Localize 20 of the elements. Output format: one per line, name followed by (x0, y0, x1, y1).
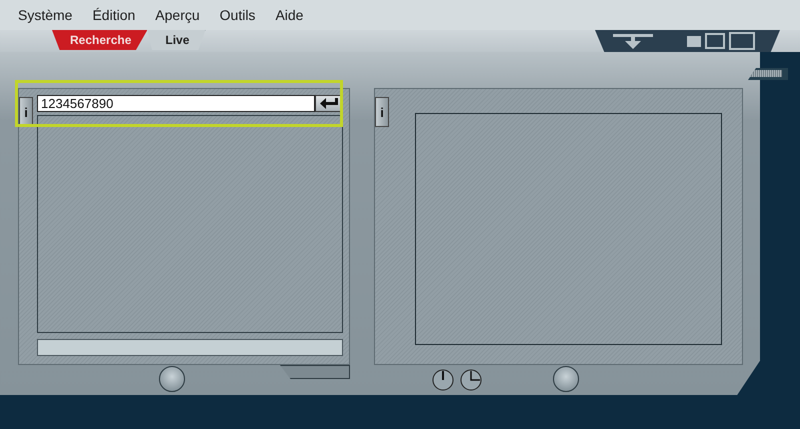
info-button[interactable]: i (19, 97, 33, 127)
panel-slot (280, 365, 350, 379)
menu-item[interactable]: Aide (265, 7, 314, 23)
menu-item[interactable]: Système (8, 7, 82, 23)
tab[interactable]: Recherche (52, 30, 148, 50)
knob-button[interactable] (553, 366, 579, 392)
small-view-icon[interactable] (687, 36, 701, 46)
menu-item[interactable]: Édition (82, 7, 146, 23)
medium-view-icon[interactable] (705, 33, 725, 49)
large-view-icon[interactable] (729, 32, 755, 50)
menu-item[interactable]: Outils (210, 7, 266, 23)
search-field[interactable]: 1234567890 (37, 95, 315, 112)
download-arrow-icon[interactable] (613, 33, 653, 49)
knob-button[interactable] (159, 366, 185, 392)
tab[interactable]: Live (147, 30, 206, 50)
clock-icon[interactable] (432, 369, 454, 391)
pie-icon[interactable] (460, 369, 482, 391)
info-button[interactable]: i (375, 97, 389, 127)
menu-item[interactable]: Aperçu (145, 7, 210, 23)
side-handle[interactable] (748, 68, 788, 80)
